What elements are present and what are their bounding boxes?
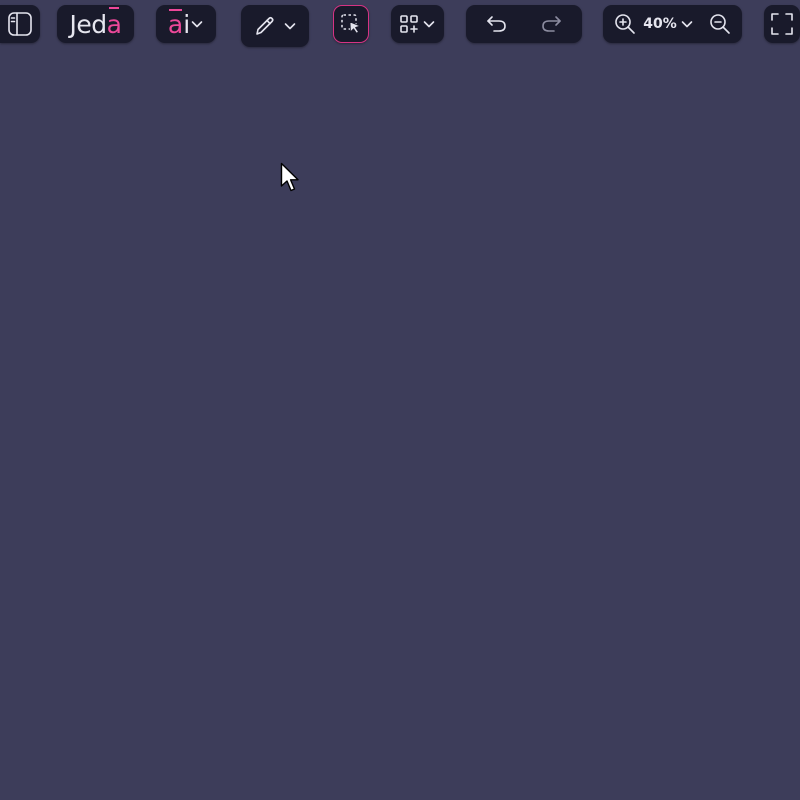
undo-icon bbox=[484, 11, 510, 37]
ai-rest-text: i bbox=[183, 9, 191, 39]
logo-accent-text: a bbox=[106, 9, 122, 39]
chevron-down-icon bbox=[190, 17, 204, 31]
zoom-in-button[interactable] bbox=[613, 12, 637, 36]
redo-icon bbox=[538, 11, 564, 37]
undo-button[interactable] bbox=[484, 11, 510, 37]
sidebar-toggle-icon bbox=[6, 10, 34, 38]
mouse-pointer-icon bbox=[280, 162, 302, 198]
chevron-down-icon bbox=[283, 19, 297, 33]
chevron-down-icon bbox=[422, 17, 436, 31]
fullscreen-button[interactable] bbox=[764, 5, 800, 43]
zoom-out-icon bbox=[708, 12, 732, 36]
ai-accent-text: a bbox=[167, 8, 184, 39]
shapes-grid-icon bbox=[399, 14, 419, 34]
pencil-icon bbox=[253, 14, 277, 38]
zoom-out-button[interactable] bbox=[708, 12, 732, 36]
logo-main-text: Jed bbox=[69, 9, 108, 39]
app-logo: Jeda bbox=[70, 12, 122, 37]
select-tool-button[interactable] bbox=[333, 5, 369, 43]
selection-cursor-icon bbox=[339, 12, 363, 36]
sidebar-toggle-button[interactable] bbox=[0, 5, 40, 43]
app-logo-button[interactable]: Jeda bbox=[57, 5, 134, 43]
chevron-down-icon[interactable] bbox=[680, 17, 694, 31]
ai-menu-button[interactable]: ai bbox=[156, 5, 216, 43]
shapes-tool-button[interactable] bbox=[391, 5, 444, 43]
whiteboard-canvas[interactable]: Jeda ai 40% bbox=[0, 0, 800, 800]
zoom-controls: 40% bbox=[603, 5, 742, 43]
zoom-level[interactable]: 40% bbox=[643, 16, 677, 32]
pen-tool-button[interactable] bbox=[241, 5, 309, 47]
fullscreen-icon bbox=[769, 11, 795, 37]
ai-logo: ai bbox=[167, 8, 191, 39]
zoom-in-icon bbox=[613, 12, 637, 36]
redo-button[interactable] bbox=[538, 11, 564, 37]
history-controls bbox=[466, 5, 582, 43]
